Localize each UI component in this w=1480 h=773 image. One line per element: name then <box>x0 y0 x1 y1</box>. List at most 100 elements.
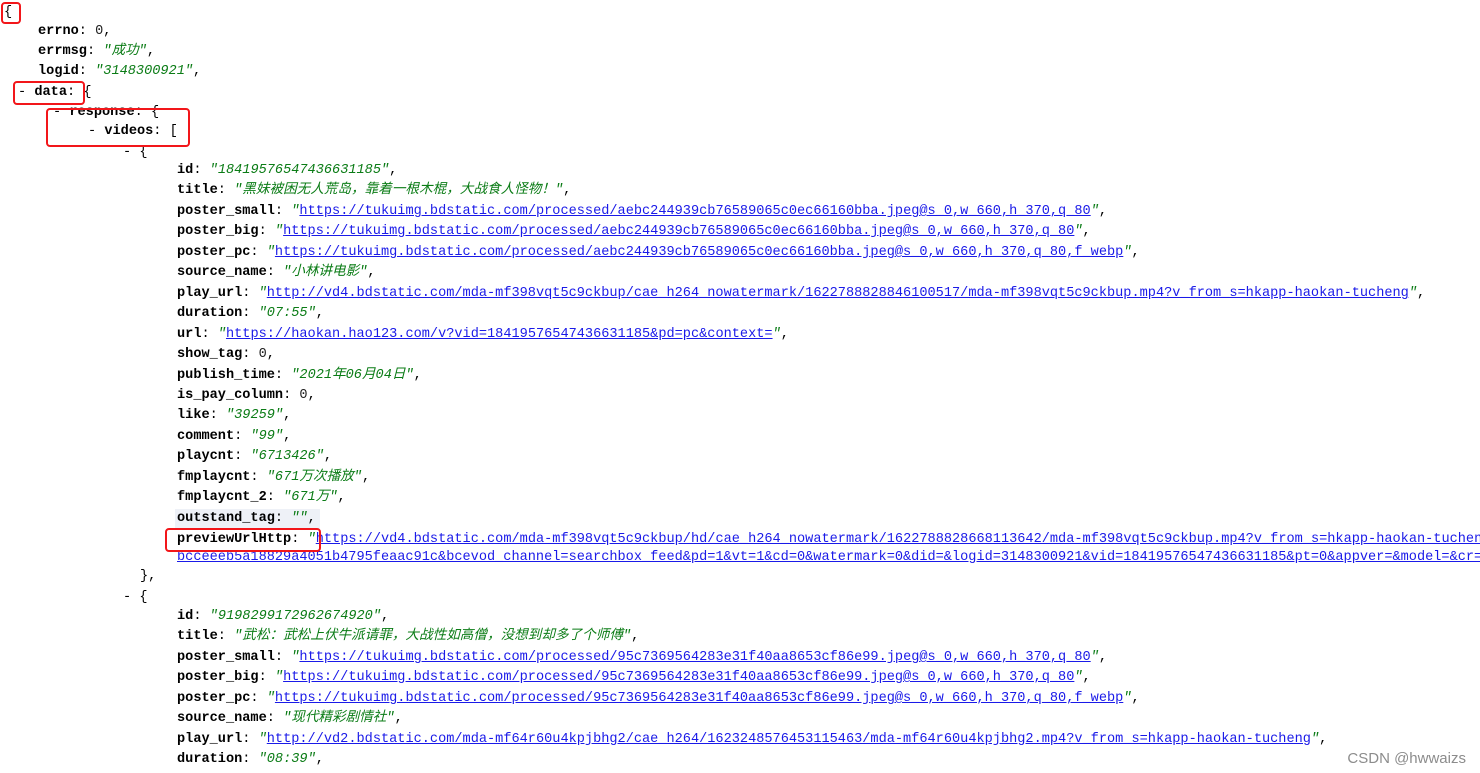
item-2-poster-pc: poster_pc: "https://tukuimg.bdstatic.com… <box>177 691 1140 706</box>
link-poster-pc[interactable]: https://tukuimg.bdstatic.com/processed/a… <box>275 245 1123 260</box>
item-1-comment: comment: "99", <box>177 429 292 444</box>
key: source_name <box>177 711 267 726</box>
key: title <box>177 629 218 644</box>
key: id <box>177 163 194 178</box>
field-videos: - videos: [ <box>88 124 178 139</box>
value: 671万次播放 <box>274 470 354 485</box>
link-poster-pc[interactable]: https://tukuimg.bdstatic.com/processed/9… <box>275 691 1123 706</box>
value: 9198299172962674920 <box>217 609 373 624</box>
key: fmplaycnt_2 <box>177 490 267 505</box>
key: url <box>177 327 202 342</box>
key: poster_big <box>177 224 259 239</box>
field-response: - response: { <box>53 105 160 120</box>
item-1-id: id: "18419576547436631185", <box>177 163 398 178</box>
key: comment <box>177 429 235 444</box>
json-viewer: { errno: 0, errmsg: "成功", logid: "314830… <box>0 0 1480 773</box>
link-poster-big[interactable]: https://tukuimg.bdstatic.com/processed/a… <box>283 224 1074 239</box>
key-logid: logid <box>38 64 79 79</box>
item-1-source-name: source_name: "小林讲电影", <box>177 265 376 280</box>
item-1-poster-pc: poster_pc: "https://tukuimg.bdstatic.com… <box>177 245 1140 260</box>
key: show_tag <box>177 347 243 362</box>
link-preview-url-line-2[interactable]: bcceeeb5a18829a4051b4795feaac91c&bcevod_… <box>177 550 1480 565</box>
key: previewUrlHttp <box>177 532 292 547</box>
value-errmsg: 成功 <box>111 44 139 59</box>
item-2-toggle[interactable]: - { <box>123 590 147 605</box>
link-poster-big[interactable]: https://tukuimg.bdstatic.com/processed/9… <box>283 670 1074 685</box>
item-1-poster-small: poster_small: "https://tukuimg.bdstatic.… <box>177 204 1108 219</box>
key: title <box>177 183 218 198</box>
item-2-source-name: source_name: "现代精彩剧情社", <box>177 711 403 726</box>
key: poster_pc <box>177 691 251 706</box>
root-brace[interactable]: { <box>4 5 12 20</box>
key: outstand_tag <box>177 511 275 526</box>
value: 2021年06月04日 <box>299 368 406 383</box>
key-errmsg: errmsg <box>38 44 87 59</box>
item-1-is-pay-column: is_pay_column: 0, <box>177 388 316 403</box>
item-1-poster-big: poster_big: "https://tukuimg.bdstatic.co… <box>177 224 1091 239</box>
watermark: CSDN @hwwaizs <box>1347 750 1466 767</box>
item-1-fmplaycnt-2: fmplaycnt_2: "671万", <box>177 490 346 505</box>
brace-data: { <box>83 85 92 100</box>
key: like <box>177 408 210 423</box>
brace-response: { <box>150 105 160 120</box>
key: poster_big <box>177 670 259 685</box>
key: id <box>177 609 194 624</box>
key: playcnt <box>177 449 235 464</box>
key: play_url <box>177 286 243 301</box>
item-1-outstand-tag: outstand_tag: "", <box>175 509 320 529</box>
link-url[interactable]: https://haokan.hao123.com/v?vid=18419576… <box>226 327 773 342</box>
item-1-preview-url-http-wrap: bcceeeb5a18829a4051b4795feaac91c&bcevod_… <box>177 548 1480 568</box>
key: fmplaycnt <box>177 470 251 485</box>
value: 现代精彩剧情社 <box>291 711 387 726</box>
key-response: response <box>69 105 135 120</box>
key: duration <box>177 752 243 767</box>
item-2-id: id: "9198299172962674920", <box>177 609 390 624</box>
item-1-close-brace: }, <box>140 567 156 587</box>
collapse-toggle-item-2[interactable]: - { <box>123 588 147 608</box>
item-1-playcnt: playcnt: "6713426", <box>177 449 333 464</box>
item-2-duration: duration: "08:39", <box>177 752 324 767</box>
item-1-publish-time: publish_time: "2021年06月04日", <box>177 368 422 383</box>
key: publish_time <box>177 368 275 383</box>
key: duration <box>177 306 243 321</box>
key: poster_small <box>177 204 275 219</box>
item-1-fmplaycnt: fmplaycnt: "671万次播放", <box>177 470 371 485</box>
value: 0 <box>299 388 308 403</box>
value: 武松：武松上伏牛派请罪，大战性如高僧，没想到却多了个师傅 <box>242 629 623 644</box>
item-2-poster-small: poster_small: "https://tukuimg.bdstatic.… <box>177 650 1108 665</box>
value: 黑妹被困无人荒岛，靠着一根木棍，大战食人怪物！ <box>242 183 555 198</box>
key: is_pay_column <box>177 388 284 403</box>
collapse-toggle-response[interactable]: - <box>53 105 61 120</box>
link-preview-url-line-1[interactable]: https://vd4.bdstatic.com/mda-mf398vqt5c9… <box>316 532 1480 547</box>
item-2-play-url: play_url: "http://vd2.bdstatic.com/mda-m… <box>177 732 1328 747</box>
item-2-title: title: "武松：武松上伏牛派请罪，大战性如高僧，没想到却多了个师傅", <box>177 629 640 644</box>
key-errno: errno <box>38 24 79 39</box>
link-play-url[interactable]: http://vd4.bdstatic.com/mda-mf398vqt5c9c… <box>267 286 1409 301</box>
link-poster-small[interactable]: https://tukuimg.bdstatic.com/processed/9… <box>299 650 1090 665</box>
brace: }, <box>140 569 157 584</box>
item-1-toggle[interactable]: - { <box>123 145 147 160</box>
link-play-url[interactable]: http://vd2.bdstatic.com/mda-mf64r60u4kpj… <box>267 732 1311 747</box>
collapse-toggle-data[interactable]: - <box>18 85 26 100</box>
item-1-show-tag: show_tag: 0, <box>177 347 275 362</box>
item-1-duration: duration: "07:55", <box>177 306 324 321</box>
link-poster-small[interactable]: https://tukuimg.bdstatic.com/processed/a… <box>299 204 1090 219</box>
value-logid: 3148300921 <box>103 64 185 79</box>
value: 08:39 <box>266 752 308 767</box>
key: poster_small <box>177 650 275 665</box>
key: source_name <box>177 265 267 280</box>
value: 39259 <box>234 408 275 423</box>
collapse-toggle-videos[interactable]: - <box>88 124 96 139</box>
item-1-play-url: play_url: "http://vd4.bdstatic.com/mda-m… <box>177 286 1426 301</box>
root-open-brace[interactable]: { <box>4 3 12 23</box>
bracket-videos: [ <box>169 124 178 139</box>
field-errmsg: errmsg: "成功", <box>38 44 155 59</box>
item-2-poster-big: poster_big: "https://tukuimg.bdstatic.co… <box>177 670 1091 685</box>
key: play_url <box>177 732 243 747</box>
value: 07:55 <box>266 306 308 321</box>
field-logid: logid: "3148300921", <box>38 64 202 79</box>
value: 小林讲电影 <box>291 265 360 280</box>
item-1-url: url: "https://haokan.hao123.com/v?vid=18… <box>177 327 789 342</box>
key: poster_pc <box>177 245 251 260</box>
collapse-toggle-item-1[interactable]: - { <box>123 143 147 163</box>
